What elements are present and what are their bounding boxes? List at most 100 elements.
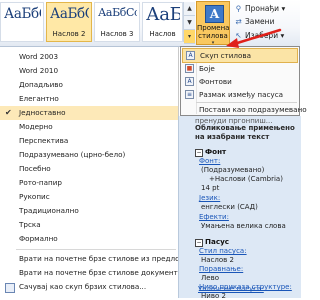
style-tile-title[interactable]: АаБ Наслов xyxy=(142,2,183,42)
style-set-item[interactable]: Рото-папир xyxy=(0,176,178,190)
alignment-link[interactable]: Поравнање: xyxy=(199,265,243,273)
checkmark-icon: ✔ xyxy=(5,108,12,117)
reveal-formatting-pane: пренуди пргонпиш... Обликовање примењено… xyxy=(178,116,301,300)
style-sample: АаБбСс xyxy=(4,6,41,22)
font-section-header[interactable]: − Фонт xyxy=(195,147,226,157)
font-link[interactable]: Фонт: xyxy=(199,157,220,165)
set-as-default-item[interactable]: Постави као подразумевано xyxy=(182,103,307,116)
reset-template-styles-item[interactable]: Врати на почетне брзе стилове из предлош… xyxy=(0,252,195,266)
chevron-down-icon: ▾ xyxy=(281,4,286,13)
gallery-scroll-up-button[interactable]: ▲ xyxy=(184,2,195,16)
style-set-label: Рото-папир xyxy=(19,178,62,187)
select-button[interactable]: ↖ Изабери ▾ xyxy=(234,30,284,42)
style-set-label: Трска xyxy=(19,220,41,229)
style-set-label: Елегантно xyxy=(19,94,59,103)
font-size-value: 14 pt xyxy=(201,184,220,192)
style-tile-label: Наслов 2 xyxy=(52,30,86,38)
reset-document-styles-item[interactable]: Врати на почетне брзе стилове документа xyxy=(0,266,182,280)
style-set-item[interactable]: Word 2010 xyxy=(0,64,178,78)
menu-action-label: Сачувај као скуп брзих стилова... xyxy=(19,282,147,291)
font-value: (Подразумевано) xyxy=(201,166,265,174)
menu-separator xyxy=(16,249,176,250)
fonts-submenu-item[interactable]: A Фонтови xyxy=(182,75,298,88)
effects-link[interactable]: Ефекти: xyxy=(199,213,229,221)
menu-action-label: Врати на почетне брзе стилове из предлош… xyxy=(19,254,195,263)
submenu-item-label: Постави као подразумевано xyxy=(199,105,307,114)
language-value: енглески (САД) xyxy=(201,203,258,211)
chevron-down-icon: ▾ xyxy=(280,31,285,40)
change-styles-label: Промена стилова xyxy=(197,24,229,40)
style-set-label: Једноставно xyxy=(19,108,66,117)
paragraph-section-label: Пасус xyxy=(205,237,230,246)
style-set-item[interactable]: Перспектива xyxy=(0,134,178,148)
style-set-item[interactable]: Подразумевано (црно-бело) xyxy=(0,148,178,162)
replace-label: Замени xyxy=(245,17,275,26)
replace-button[interactable]: ⇄ Замени xyxy=(234,16,274,28)
fonts-icon: A xyxy=(185,77,194,86)
style-set-item[interactable]: Рукопис xyxy=(0,190,178,204)
style-set-label: Word 2010 xyxy=(19,66,59,75)
style-set-label: Допадљиво xyxy=(19,80,63,89)
menu-action-label: Врати на почетне брзе стилове документа xyxy=(19,268,183,277)
paragraph-spacing-icon: ≡ xyxy=(185,90,194,99)
style-set-item-selected[interactable]: ✔ Једноставно xyxy=(0,106,178,120)
gallery-scroll: ▲ ▼ ▾ xyxy=(183,2,195,44)
colors-submenu-item[interactable]: ■ Боје xyxy=(182,62,298,75)
style-tile-label: Наслов 3 xyxy=(100,30,134,38)
language-link[interactable]: Језик: xyxy=(199,194,220,202)
style-set-label: Word 2003 xyxy=(19,52,59,61)
style-set-label: Традиционално xyxy=(19,206,79,215)
gallery-scroll-down-button[interactable]: ▼ xyxy=(184,16,195,30)
style-set-item[interactable]: Допадљиво xyxy=(0,78,178,92)
style-set-label: Перспектива xyxy=(19,136,69,145)
submenu-item-label: Размак између пасуса xyxy=(199,90,284,99)
style-sample: АаБбСс xyxy=(50,6,89,22)
outline-level-value: Ниво 2 xyxy=(201,292,226,300)
submenu-item-label: Боје xyxy=(199,64,215,73)
style-set-label: Модерно xyxy=(19,122,53,131)
gallery-more-button[interactable]: ▾ xyxy=(184,30,195,44)
style-set-item[interactable]: Трска xyxy=(0,218,178,232)
change-styles-submenu: A Скуп стилова ■ Боје A Фонтови ≡ Размак… xyxy=(180,46,307,116)
style-set-item[interactable]: Word 2003 xyxy=(0,50,178,64)
style-set-item[interactable]: Посебно xyxy=(0,162,178,176)
style-sample: АаБбСс xyxy=(98,6,137,19)
style-set-item[interactable]: Модерно xyxy=(0,120,178,134)
style-set-item[interactable]: Формално xyxy=(0,232,178,246)
replace-icon: ⇄ xyxy=(235,17,242,26)
select-cursor-icon: ↖ xyxy=(235,31,242,40)
style-set-icon: A xyxy=(186,51,195,60)
effects-value: Умањена велика слова xyxy=(201,222,286,230)
find-button[interactable]: ⚲ Пронађи ▾ xyxy=(234,3,285,15)
change-styles-button[interactable]: A Промена стилова ▾ xyxy=(196,1,230,46)
style-tile-heading2[interactable]: АаБбСс Наслов 2 xyxy=(46,2,92,42)
ribbon-styles-group: АаБбСс АаБбСс Наслов 2 АаБбСс Наслов 3 А… xyxy=(0,0,300,47)
find-label: Пронађи xyxy=(245,4,280,13)
style-set-label: Подразумевано (црно-бело) xyxy=(19,150,126,159)
style-set-item[interactable]: Елегантно xyxy=(0,92,178,106)
submenu-item-label: Фонтови xyxy=(199,77,232,86)
paragraph-style-link[interactable]: Стил пасуса: xyxy=(199,247,247,255)
collapse-icon: − xyxy=(195,239,203,247)
style-tile-heading1[interactable]: АаБбСс xyxy=(0,2,44,42)
style-set-submenu-item[interactable]: A Скуп стилова xyxy=(182,48,298,63)
style-set-label: Посебно xyxy=(19,164,51,173)
colors-icon: ■ xyxy=(185,64,194,73)
paragraph-section-header[interactable]: − Пасус xyxy=(195,237,229,247)
indentation-link[interactable]: Увлачење пасуса: xyxy=(198,285,264,293)
style-set-item[interactable]: Традиционално xyxy=(0,204,178,218)
style-set-label: Рукопис xyxy=(19,192,50,201)
font-section-label: Фонт xyxy=(205,147,227,156)
save-style-set-item[interactable]: Сачувај као скуп брзих стилова... xyxy=(0,280,178,294)
paragraph-spacing-submenu-item[interactable]: ≡ Размак између пасуса xyxy=(182,88,298,101)
paragraph-style-value: Наслов 2 xyxy=(201,256,234,264)
style-tile-heading3[interactable]: АаБбСс Наслов 3 xyxy=(94,2,140,42)
change-styles-label-line1: Промена xyxy=(197,24,230,32)
font-value: +Наслови (Cambria) xyxy=(209,175,283,183)
collapse-icon: − xyxy=(195,149,203,157)
style-set-label: Формално xyxy=(19,234,58,243)
style-set-menu: Word 2003 Word 2010 Допадљиво Елегантно … xyxy=(0,47,195,298)
save-icon xyxy=(5,283,15,293)
style-tile-label: Наслов xyxy=(149,30,176,38)
change-styles-icon: A xyxy=(205,5,224,23)
